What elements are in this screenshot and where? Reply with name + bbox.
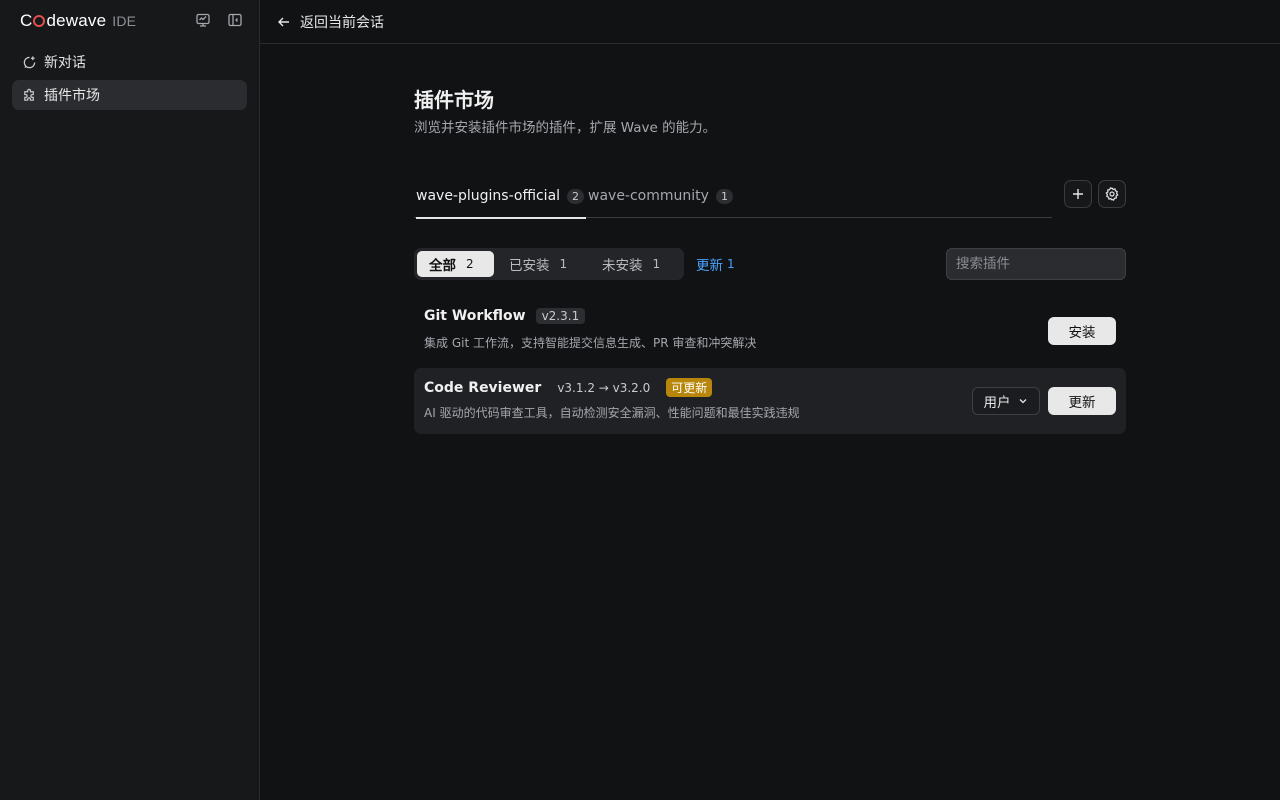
back-to-session-link[interactable]: 返回当前会话 xyxy=(276,12,384,32)
tab-wave-community[interactable]: wave-community 1 xyxy=(588,174,733,218)
chevron-down-icon xyxy=(1019,399,1026,404)
page-title: 插件市场 xyxy=(414,88,494,112)
new-chat-icon xyxy=(21,54,37,70)
tab-label: wave-plugins-official xyxy=(416,188,561,204)
plugin-version-badge: v2.3.1 xyxy=(535,308,586,324)
sidebar-item-new-chat[interactable]: 新对话 xyxy=(12,47,247,77)
arrow-left-icon xyxy=(278,17,289,26)
marketplace-tabs: wave-plugins-official 2 wave-community 1 xyxy=(414,174,1052,219)
filter-installed[interactable]: 已安装 1 xyxy=(497,251,579,277)
tab-wave-plugins-official[interactable]: wave-plugins-official 2 xyxy=(416,174,587,219)
sidebar: Cdewave IDE 新对话 插件市场 xyxy=(0,0,260,800)
plugin-name: Git Workflow xyxy=(424,308,526,324)
sidebar-item-label: 新对话 xyxy=(44,55,86,71)
filter-updates-link[interactable]: 更新 1 xyxy=(696,248,735,280)
update-available-badge: 可更新 xyxy=(666,378,713,397)
tab-label: wave-community xyxy=(588,188,709,204)
plugin-name: Code Reviewer xyxy=(424,379,542,396)
search-plugins-input[interactable] xyxy=(946,248,1126,280)
filter-label: 全部 xyxy=(429,258,456,274)
scope-select[interactable]: 用户 xyxy=(972,387,1040,415)
plus-icon xyxy=(1073,189,1083,199)
sidebar-item-label: 插件市场 xyxy=(44,88,100,104)
update-button[interactable]: 更新 xyxy=(1048,387,1116,415)
brand-prefix: C xyxy=(20,11,33,30)
filter-all[interactable]: 全部 2 xyxy=(417,251,494,277)
marketplace-settings-button[interactable] xyxy=(1098,180,1126,208)
back-label: 返回当前会话 xyxy=(300,14,384,31)
filter-label: 已安装 xyxy=(509,258,550,274)
filter-not-installed[interactable]: 未安装 1 xyxy=(590,251,672,277)
filter-count: 1 xyxy=(559,257,568,271)
topbar: 返回当前会话 xyxy=(260,0,1280,44)
scope-value: 用户 xyxy=(983,395,1011,411)
plugin-item-git-workflow: Git Workflow v2.3.1 集成 Git 工作流，支持智能提交信息生… xyxy=(414,298,1126,364)
plugin-description: AI 驱动的代码审查工具，自动检测安全漏洞、性能问题和最佳实践违规 xyxy=(424,406,800,420)
filter-count: 1 xyxy=(652,257,661,271)
app-window: Cdewave IDE 新对话 插件市场 返回当前会话 插件市场 浏览并安装插件… xyxy=(0,0,1280,800)
collapse-sidebar-icon[interactable] xyxy=(226,11,244,29)
plugin-name-row: Git Workflow v2.3.1 xyxy=(424,308,586,324)
monitor-icon[interactable] xyxy=(194,11,212,29)
filter-count: 2 xyxy=(466,257,474,271)
plugin-version: v3.1.2 → v3.2.0 xyxy=(557,380,651,395)
gear-icon xyxy=(1105,187,1119,201)
brand-ide-label: IDE xyxy=(112,13,137,29)
filter-label: 未安装 xyxy=(602,258,643,274)
brand-o-glyph xyxy=(33,15,46,27)
install-button[interactable]: 安装 xyxy=(1048,317,1116,345)
update-link-count: 1 xyxy=(727,257,735,271)
brand-logo: Cdewave IDE xyxy=(20,11,136,31)
page-subtitle: 浏览并安装插件市场的插件，扩展 Wave 的能力。 xyxy=(414,120,717,136)
tab-count-badge: 1 xyxy=(715,188,733,204)
plugin-icon xyxy=(21,87,37,103)
sidebar-item-plugin-market[interactable]: 插件市场 xyxy=(12,80,247,110)
plugin-name-row: Code Reviewer v3.1.2 → v3.2.0 可更新 xyxy=(424,378,713,397)
plugin-description: 集成 Git 工作流，支持智能提交信息生成、PR 审查和冲突解决 xyxy=(424,336,757,350)
add-marketplace-button[interactable] xyxy=(1064,180,1092,208)
install-filter-group: 全部 2 已安装 1 未安装 1 xyxy=(414,248,684,280)
tab-count-badge: 2 xyxy=(567,188,585,204)
brand-suffix: dewave xyxy=(46,11,107,30)
plugin-item-code-reviewer: Code Reviewer v3.1.2 → v3.2.0 可更新 AI 驱动的… xyxy=(414,368,1126,434)
update-link-label: 更新 xyxy=(696,258,723,274)
